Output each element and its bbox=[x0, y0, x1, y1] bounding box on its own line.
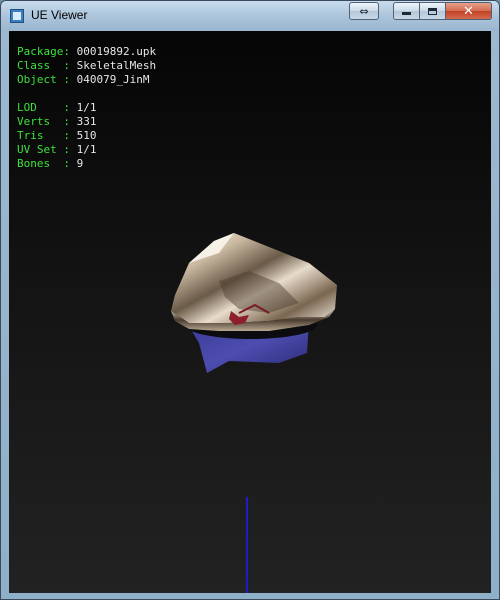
lod-value: 1/1 bbox=[76, 101, 97, 114]
z-axis-line bbox=[246, 497, 248, 593]
verts-row: Verts : 331 bbox=[17, 115, 156, 129]
window-title: UE Viewer bbox=[31, 8, 88, 22]
minimize-button[interactable] bbox=[393, 2, 420, 20]
verts-label: Verts : bbox=[17, 115, 70, 128]
swap-icon[interactable]: ⇔ bbox=[349, 2, 379, 20]
lod-label: LOD : bbox=[17, 101, 70, 114]
title-bar[interactable]: UE Viewer ⇔ ✕ bbox=[1, 1, 499, 31]
bones-row: Bones : 9 bbox=[17, 157, 156, 171]
bones-label: Bones : bbox=[17, 157, 70, 170]
mesh-info-overlay: Package: 00019892.upk Class : SkeletalMe… bbox=[17, 45, 156, 171]
skeletal-mesh-render bbox=[171, 233, 337, 373]
app-icon bbox=[10, 9, 24, 23]
tris-row: Tris : 510 bbox=[17, 129, 156, 143]
app-window: UE Viewer ⇔ ✕ Package: 00019892.upk Clas… bbox=[0, 0, 500, 600]
maximize-icon bbox=[428, 7, 437, 15]
3d-viewport[interactable]: Package: 00019892.upk Class : SkeletalMe… bbox=[9, 31, 491, 593]
uvset-value: 1/1 bbox=[76, 143, 97, 156]
tris-value: 510 bbox=[76, 129, 97, 142]
class-label: Class : bbox=[17, 59, 70, 72]
uvset-row: UV Set : 1/1 bbox=[17, 143, 156, 157]
verts-value: 331 bbox=[76, 115, 97, 128]
tris-label: Tris : bbox=[17, 129, 70, 142]
lod-row: LOD : 1/1 bbox=[17, 101, 156, 115]
package-value: 00019892.upk bbox=[76, 45, 157, 58]
class-row: Class : SkeletalMesh bbox=[17, 59, 156, 73]
bones-value: 9 bbox=[76, 157, 84, 170]
object-label: Object : bbox=[17, 73, 70, 86]
minimize-icon bbox=[402, 12, 411, 15]
package-label: Package: bbox=[17, 45, 70, 58]
object-row: Object : 040079_JinM bbox=[17, 73, 156, 87]
package-row: Package: 00019892.upk bbox=[17, 45, 156, 59]
close-button[interactable]: ✕ bbox=[446, 2, 492, 20]
maximize-button[interactable] bbox=[420, 2, 446, 20]
class-value: SkeletalMesh bbox=[76, 59, 157, 72]
object-value: 040079_JinM bbox=[76, 73, 150, 86]
uvset-label: UV Set : bbox=[17, 143, 70, 156]
